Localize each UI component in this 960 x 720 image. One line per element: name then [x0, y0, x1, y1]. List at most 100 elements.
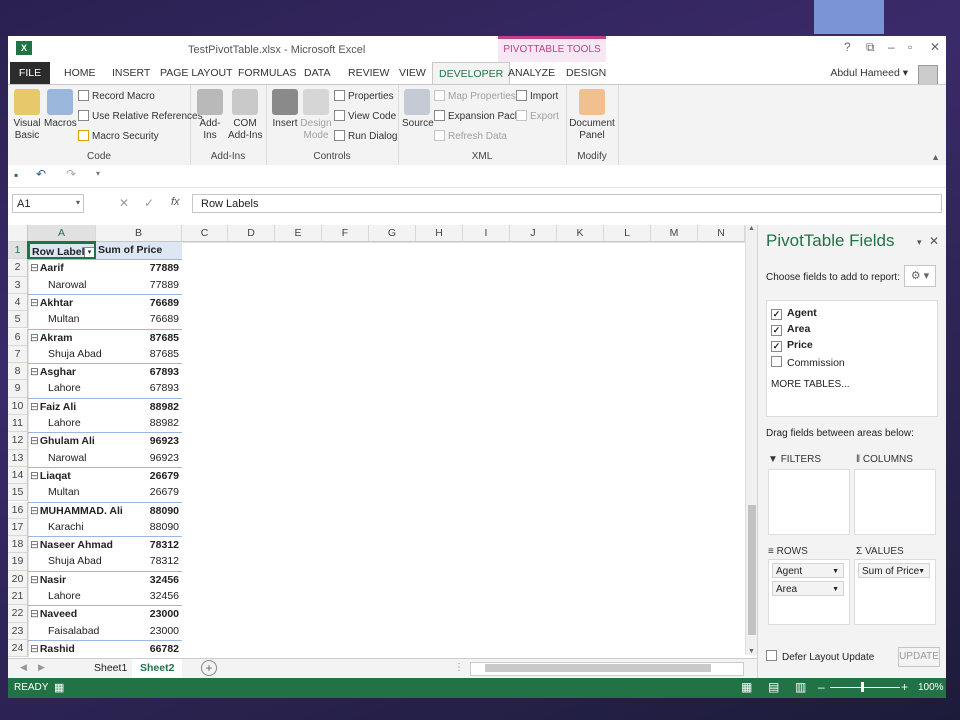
- tab-data[interactable]: DATA: [298, 62, 336, 84]
- columns-area[interactable]: [854, 469, 936, 535]
- pane-close-icon[interactable]: ✕: [929, 234, 939, 248]
- import-button[interactable]: Import: [516, 90, 558, 102]
- cancel-icon[interactable]: ✕: [119, 196, 129, 210]
- pivot-header-sum-of-price[interactable]: Sum of Price: [96, 242, 182, 260]
- name-box[interactable]: A1: [12, 194, 84, 213]
- macros-button[interactable]: Macros: [44, 89, 77, 130]
- add-ins-button[interactable]: Add-Ins: [194, 89, 226, 142]
- worksheet-grid[interactable]: A B C D E F G H I J K L M N 1 Row Labels ▾ Sum of Price 2 ⊟…: [8, 225, 745, 659]
- row-header[interactable]: 8: [8, 363, 28, 381]
- row-header[interactable]: 1: [8, 242, 28, 260]
- sum-of-price-value[interactable]: 32456: [96, 588, 182, 605]
- field-area[interactable]: ✓ Area: [771, 323, 810, 336]
- column-header-l[interactable]: L: [604, 225, 651, 242]
- defer-layout-checkbox[interactable]: Defer Layout Update: [766, 650, 874, 663]
- save-icon[interactable]: ▪: [14, 168, 18, 182]
- value-field-sum-price[interactable]: Sum of Price ▼: [858, 563, 930, 578]
- row-header[interactable]: 11: [8, 415, 28, 433]
- insert-function-icon[interactable]: fx: [171, 196, 180, 208]
- chevron-down-icon[interactable]: ▼: [918, 564, 925, 579]
- row-header[interactable]: 17: [8, 518, 28, 537]
- export-button[interactable]: Export: [516, 110, 559, 122]
- row-header[interactable]: 3: [8, 276, 28, 294]
- collapse-icon[interactable]: ⊟: [30, 401, 39, 413]
- row-header[interactable]: 13: [8, 449, 28, 467]
- name-box-dropdown-icon[interactable]: ▾: [76, 198, 80, 207]
- visual-basic-button[interactable]: Visual Basic: [12, 89, 42, 142]
- tab-page-layout[interactable]: PAGE LAYOUT: [154, 62, 239, 84]
- row-header[interactable]: 16: [8, 501, 28, 519]
- tab-analyze[interactable]: ANALYZE: [502, 62, 561, 84]
- filters-area[interactable]: [768, 469, 850, 535]
- row-header[interactable]: 19: [8, 553, 28, 571]
- checkbox-icon[interactable]: [771, 356, 782, 367]
- row-header[interactable]: 7: [8, 345, 28, 364]
- vertical-scroll-thumb[interactable]: [748, 505, 756, 635]
- undo-icon[interactable]: ↶: [36, 167, 46, 181]
- field-commission[interactable]: Commission: [771, 356, 845, 369]
- refresh-data-button[interactable]: Refresh Data: [434, 130, 507, 142]
- zoom-in-icon[interactable]: +: [901, 680, 908, 694]
- row-header[interactable]: 18: [8, 536, 28, 554]
- row-header[interactable]: 5: [8, 311, 28, 329]
- design-mode-button[interactable]: Design Mode: [300, 89, 332, 142]
- row-header[interactable]: 21: [8, 588, 28, 606]
- restore-icon[interactable]: ▫: [908, 40, 912, 54]
- checkbox-icon[interactable]: ✓: [771, 341, 782, 352]
- zoom-out-icon[interactable]: –: [818, 680, 825, 694]
- column-header-a[interactable]: A: [28, 225, 96, 242]
- row-header[interactable]: 2: [8, 259, 28, 277]
- zoom-level[interactable]: 100%: [918, 682, 944, 693]
- sum-of-price-value[interactable]: 23000: [96, 623, 182, 640]
- column-header-i[interactable]: I: [463, 225, 510, 242]
- collapse-icon[interactable]: ⊟: [30, 262, 39, 274]
- sum-of-price-value[interactable]: 96923: [96, 432, 182, 449]
- collapse-icon[interactable]: ⊟: [30, 297, 39, 309]
- next-sheet-icon[interactable]: ▶: [38, 662, 45, 673]
- macro-security-button[interactable]: Macro Security: [78, 130, 159, 142]
- column-header-k[interactable]: K: [557, 225, 604, 242]
- collapse-ribbon-icon[interactable]: ▲: [931, 152, 940, 162]
- tab-view[interactable]: VIEW: [393, 62, 432, 84]
- row-field-agent[interactable]: Agent ▼: [772, 563, 844, 578]
- properties-button[interactable]: Properties: [334, 90, 394, 102]
- sum-of-price-value[interactable]: 76689: [96, 311, 182, 328]
- field-price[interactable]: ✓ Price: [771, 339, 813, 352]
- column-header-c[interactable]: C: [182, 225, 228, 242]
- page-layout-view-icon[interactable]: ▤: [768, 680, 779, 694]
- use-relative-references-button[interactable]: Use Relative References: [78, 110, 203, 122]
- minimize-icon[interactable]: –: [888, 40, 895, 54]
- zoom-slider-thumb[interactable]: [861, 682, 864, 692]
- sum-of-price-value[interactable]: 26679: [96, 484, 182, 501]
- collapse-icon[interactable]: ⊟: [30, 505, 39, 517]
- row-header[interactable]: 9: [8, 380, 28, 398]
- column-header-m[interactable]: M: [651, 225, 698, 242]
- rows-area[interactable]: Agent ▼ Area ▼: [768, 559, 850, 625]
- sheet-tab-sheet1[interactable]: Sheet1: [86, 659, 137, 678]
- document-panel-button[interactable]: Document Panel: [568, 89, 616, 142]
- column-header-h[interactable]: H: [416, 225, 463, 242]
- sum-of-price-value[interactable]: 77889: [96, 259, 182, 276]
- prev-sheet-icon[interactable]: ◀: [20, 662, 27, 673]
- help-icon[interactable]: ?: [844, 40, 851, 54]
- expansion-packs-button[interactable]: Expansion Packs: [434, 110, 525, 122]
- sum-of-price-value[interactable]: 96923: [96, 450, 182, 467]
- macro-record-icon[interactable]: ▦: [54, 681, 64, 694]
- pane-options-icon[interactable]: ▾: [917, 237, 922, 248]
- column-header-j[interactable]: J: [510, 225, 557, 242]
- tab-home[interactable]: HOME: [58, 62, 102, 84]
- column-header-g[interactable]: G: [369, 225, 416, 242]
- checkbox-icon[interactable]: ✓: [771, 325, 782, 336]
- sum-of-price-value[interactable]: 88982: [96, 415, 182, 432]
- collapse-icon[interactable]: ⊟: [30, 539, 39, 551]
- normal-view-icon[interactable]: ▦: [741, 680, 752, 694]
- sum-of-price-value[interactable]: 23000: [96, 605, 182, 622]
- sum-of-price-value[interactable]: 88982: [96, 397, 182, 415]
- sum-of-price-value[interactable]: 76689: [96, 293, 182, 311]
- column-header-b[interactable]: B: [96, 225, 182, 242]
- tab-formulas[interactable]: FORMULAS: [232, 62, 302, 84]
- sum-of-price-value[interactable]: 87685: [96, 346, 182, 363]
- map-properties-button[interactable]: Map Properties: [434, 90, 516, 102]
- sum-of-price-value[interactable]: 88090: [96, 501, 182, 519]
- row-header[interactable]: 22: [8, 605, 28, 623]
